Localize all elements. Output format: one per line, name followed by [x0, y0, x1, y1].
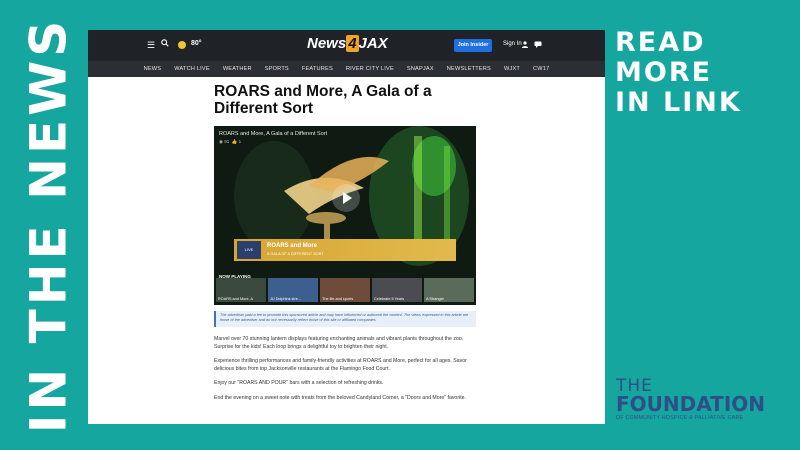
- article-body: Marvel over 70 stunning lantern displays…: [214, 336, 476, 410]
- nav-item[interactable]: RIVER CITY LIVE: [346, 66, 394, 72]
- views-icon: ◉: [219, 139, 223, 144]
- playlist-item[interactable]: The life and sports: [320, 278, 370, 302]
- video-playlist: ROARS and More, A JU Dolphins stre... Th…: [216, 278, 474, 302]
- site-header: ☰ 80° News 4 JAX Join Insider Sign In: [88, 30, 605, 61]
- logo-four: 4: [346, 35, 359, 52]
- cta-line: READ: [615, 27, 706, 58]
- logo-news: News: [307, 35, 347, 52]
- lower-third-subtitle: A GALA OF A DIFFERENT SORT: [267, 252, 324, 256]
- nav-item[interactable]: SNAPJAX: [407, 66, 434, 72]
- article-paragraph: Marvel over 70 stunning lantern displays…: [214, 336, 464, 350]
- nav-item[interactable]: CW17: [533, 66, 549, 72]
- hamburger-menu-icon[interactable]: ☰: [147, 40, 155, 51]
- weather-sun-icon: [178, 41, 186, 49]
- site-nav: NEWS WATCH LIVE WEATHER SPORTS FEATURES …: [88, 61, 605, 77]
- video-title: ROARS and More, A Gala of a Different So…: [219, 131, 328, 137]
- join-insider-button[interactable]: Join Insider: [454, 39, 492, 52]
- video-lower-third: LIVE ROARS and More A GALA OF A DIFFEREN…: [234, 239, 456, 261]
- views-count: 91: [224, 139, 230, 144]
- foundation-logo-tagline: OF COMMUNITY HOSPICE & PALLIATIVE CARE: [616, 415, 744, 421]
- logo-jax: JAX: [358, 35, 388, 52]
- side-title-text: IN THE NEWS: [19, 16, 78, 434]
- playlist-item[interactable]: ROARS and More, A: [216, 278, 266, 302]
- article-screenshot: ☰ 80° News 4 JAX Join Insider Sign In NEWS…: [88, 30, 605, 424]
- sponsored-disclaimer: The advertiser paid a fee to promote thi…: [214, 311, 476, 327]
- nav-item[interactable]: FEATURES: [302, 66, 333, 72]
- lower-third-title: ROARS and More: [267, 243, 318, 249]
- foundation-logo: THE FOUNDATION OF COMMUNITY HOSPICE & PA…: [616, 378, 796, 422]
- article-paragraph: Enjoy our "ROARS AND POUR" bars with a s…: [214, 380, 384, 387]
- play-button[interactable]: [332, 184, 360, 212]
- sign-in-link[interactable]: Sign In: [503, 41, 522, 47]
- nav-item[interactable]: WEATHER: [223, 66, 252, 72]
- thumbs-up-icon[interactable]: 👍: [232, 139, 238, 144]
- video-meta: ◉ 91 👍 1: [219, 139, 241, 145]
- nav-item[interactable]: NEWS: [144, 66, 162, 72]
- nav-item[interactable]: SPORTS: [265, 66, 289, 72]
- read-more-callout: READ MORE IN LINK: [615, 28, 785, 118]
- in-the-news-vertical-title: IN THE NEWS: [8, 0, 88, 450]
- playlist-item-title: The life and sports: [322, 297, 354, 301]
- nav-item[interactable]: NEWSLETTERS: [447, 66, 491, 72]
- likes-count: 1: [238, 139, 242, 144]
- cta-line: MORE: [615, 57, 713, 88]
- article-paragraph: Experience thrilling performances and fa…: [214, 358, 467, 372]
- nav-item[interactable]: WJXT: [504, 66, 520, 72]
- playlist-item-title: ROARS and More, A: [218, 297, 254, 301]
- cta-line: IN LINK: [615, 87, 742, 118]
- weather-temperature[interactable]: 80°: [191, 40, 202, 47]
- lower-third-live-badge: LIVE: [237, 241, 261, 259]
- playlist-item[interactable]: JU Dolphins stre...: [268, 278, 318, 302]
- playlist-item[interactable]: Celebrate 5 Years: [372, 278, 422, 302]
- nav-item[interactable]: WATCH LIVE: [174, 66, 210, 72]
- playlist-item-title: Celebrate 5 Years: [374, 297, 405, 301]
- playlist-item[interactable]: A Stranger: [424, 278, 474, 302]
- site-logo[interactable]: News 4 JAX: [307, 35, 388, 52]
- user-icon[interactable]: [522, 41, 528, 48]
- search-icon[interactable]: [161, 39, 169, 49]
- playlist-item-title: A Stranger: [426, 297, 444, 301]
- playlist-item-title: JU Dolphins stre...: [270, 297, 302, 301]
- video-player[interactable]: ROARS and More, A Gala of a Different So…: [214, 126, 476, 305]
- article-paragraph: End the evening on a sweet note with tre…: [214, 394, 466, 401]
- chat-icon[interactable]: [534, 41, 542, 48]
- article-headline: ROARS and More, A Gala of a Different So…: [214, 83, 432, 117]
- foundation-logo-name: FOUNDATION: [616, 392, 765, 416]
